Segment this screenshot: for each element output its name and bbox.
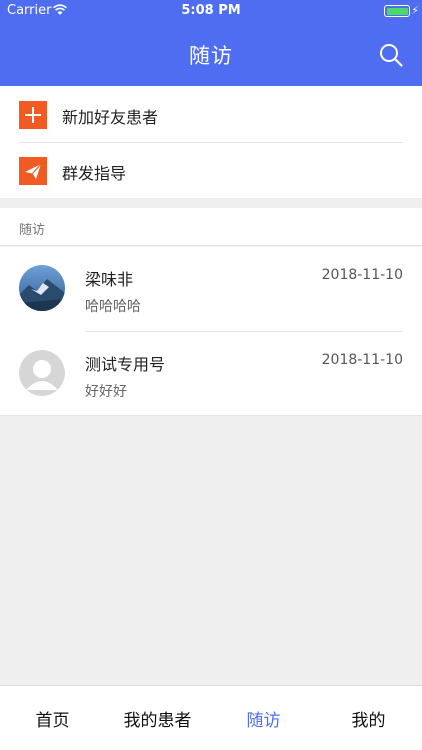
patient-name: 测试专用号 [85,355,166,374]
add-friend-patient-label: 新加好友患者 [62,108,159,127]
default-avatar [19,350,65,396]
group-guidance-label: 群发指导 [62,164,127,183]
add-friend-patient-item[interactable]: 新加好友患者 [0,86,422,143]
plus-icon [19,101,47,129]
last-message: 好好好 [85,384,127,400]
last-message: 哈哈哈哈 [85,299,141,315]
tab-my-patients[interactable]: 我的患者 [105,706,210,731]
followup-date: 2018-11-10 [321,352,403,368]
section-title: 随访 [19,223,46,238]
paper-plane-icon [19,157,47,185]
group-guidance-item[interactable]: 群发指导 [0,142,422,198]
tab-followup[interactable]: 随访 [211,706,316,731]
followup-list: 梁味非 2018-11-10 哈哈哈哈 测试专用号 2018-11-10 好好好 [0,247,422,416]
clock: 5:08 PM [181,3,241,18]
tab-bar: 首页 我的患者 随访 我的 [0,685,422,750]
photo-avatar [19,265,65,311]
patient-name: 梁味非 [85,270,134,289]
list-item[interactable]: 梁味非 2018-11-10 哈哈哈哈 [0,247,422,332]
tab-home[interactable]: 首页 [0,706,105,731]
followup-date: 2018-11-10 [321,267,403,283]
battery-icon [384,5,410,17]
status-bar: Carrier 5:08 PM ⚡ [0,0,422,22]
page-title: 随访 [189,44,233,68]
section-header: 随访 [0,208,422,246]
nav-bar: Carrier 5:08 PM ⚡ 随访 [0,0,422,86]
charging-icon: ⚡ [411,4,419,17]
list-item[interactable]: 测试专用号 2018-11-10 好好好 [0,332,422,416]
search-icon[interactable] [378,42,404,68]
action-menu: 新加好友患者 群发指导 [0,86,422,198]
tab-profile[interactable]: 我的 [316,706,421,731]
